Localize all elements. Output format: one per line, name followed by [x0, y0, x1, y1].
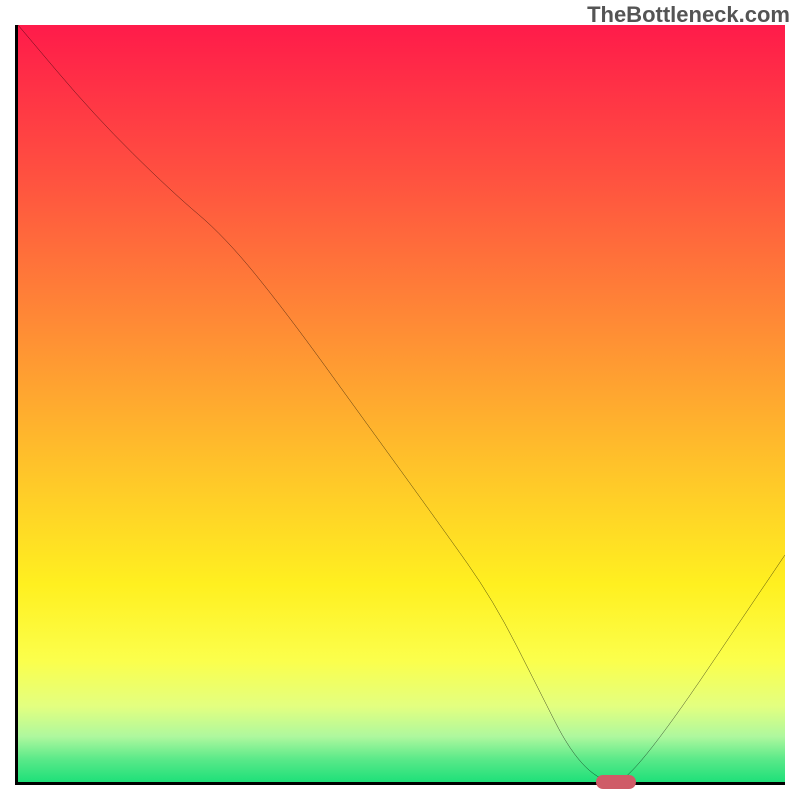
chart-area — [15, 25, 785, 785]
optimal-marker — [596, 775, 636, 789]
bottleneck-curve — [18, 25, 785, 782]
watermark-text: TheBottleneck.com — [587, 2, 790, 28]
